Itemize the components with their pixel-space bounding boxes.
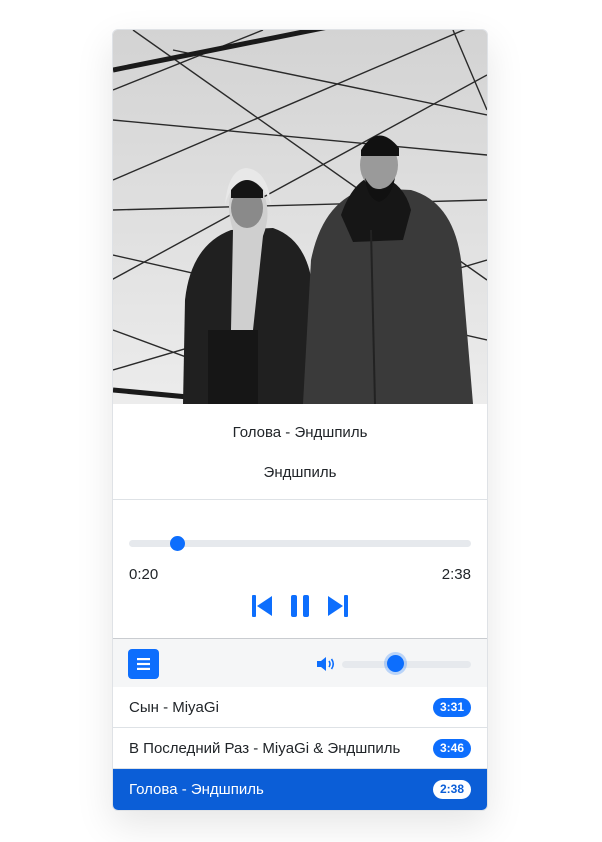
track-artist: Эндшпиль (263, 464, 337, 481)
current-time: 0:20 (129, 566, 159, 583)
playlist: Сын - MiyaGi 3:31 В Последний Раз - Miya… (113, 687, 487, 810)
list-icon (137, 658, 150, 670)
playlist-item[interactable]: Сын - MiyaGi 3:31 (113, 687, 487, 728)
track-title: Голова - Эндшпиль (232, 424, 368, 441)
duration-badge: 2:38 (432, 780, 471, 799)
pause-button[interactable] (288, 593, 312, 619)
playlist-item-active[interactable]: Голова - Эндшпиль 2:38 (113, 769, 487, 810)
playlist-item-label: В Последний Раз - MiyaGi & Эндшпиль (129, 740, 401, 757)
player-toolbar (113, 639, 487, 687)
playback-controls: 0:20 2:38 (113, 500, 487, 639)
playlist-item-label: Сын - MiyaGi (129, 699, 219, 716)
duration-badge: 3:31 (432, 698, 471, 717)
playlist-toggle-button[interactable] (128, 649, 159, 679)
total-time: 2:38 (441, 566, 471, 583)
volume-slider[interactable] (342, 661, 471, 668)
duration-badge: 3:46 (432, 739, 471, 758)
album-cover (113, 30, 487, 404)
volume-icon[interactable] (317, 656, 337, 672)
playlist-item[interactable]: В Последний Раз - MiyaGi & Эндшпиль 3:46 (113, 728, 487, 769)
music-player: Голова - Эндшпиль Эндшпиль 0:20 2:38 Сын… (112, 29, 488, 811)
transport-buttons (113, 592, 487, 620)
pause-icon (291, 595, 309, 617)
progress-thumb[interactable] (169, 536, 185, 551)
next-button[interactable] (326, 593, 350, 619)
skip-previous-icon (252, 595, 272, 617)
playlist-item-label: Голова - Эндшпиль (129, 781, 264, 798)
skip-next-icon (328, 595, 348, 617)
volume-thumb[interactable] (387, 655, 405, 672)
previous-button[interactable] (250, 593, 274, 619)
track-info: Голова - Эндшпиль Эндшпиль (113, 404, 487, 500)
